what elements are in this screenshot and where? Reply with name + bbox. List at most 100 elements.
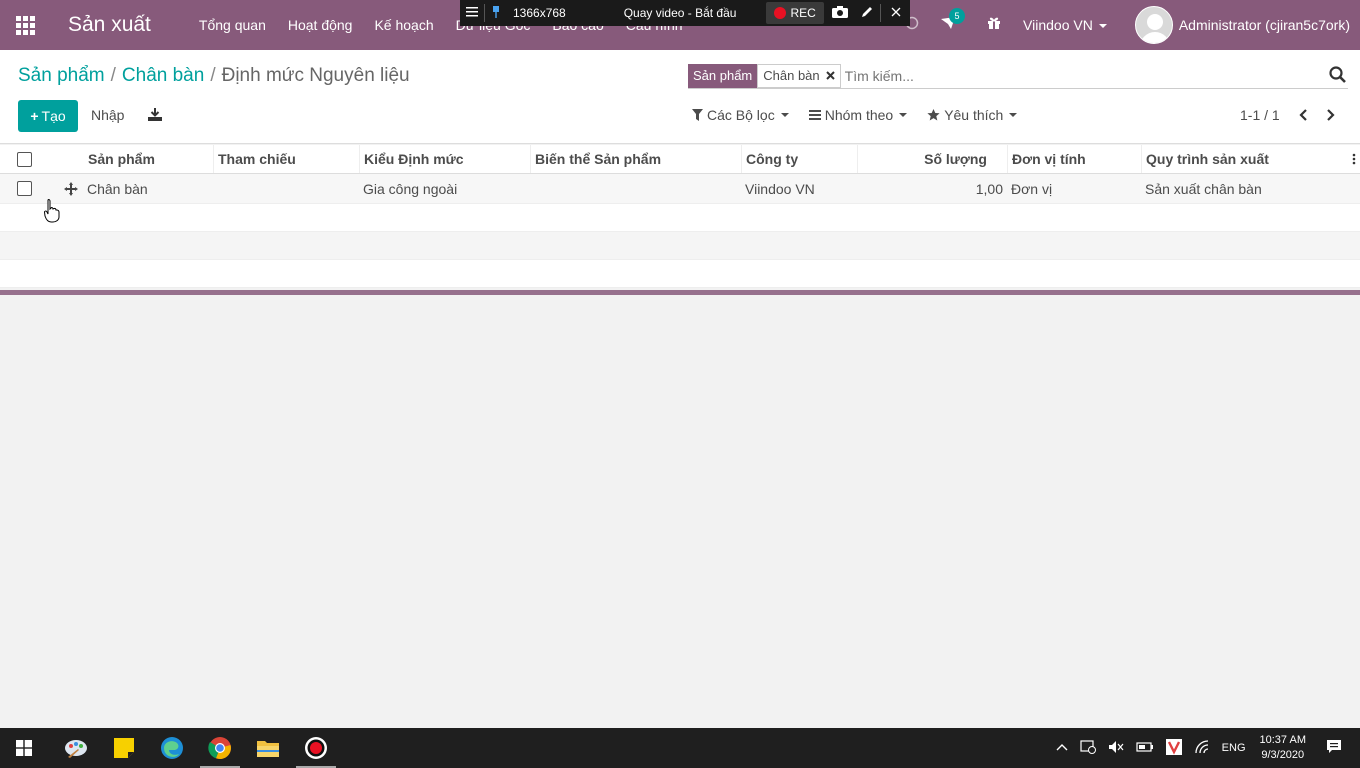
- plus-icon: +: [30, 108, 39, 124]
- favorites-dropdown[interactable]: Yêu thích: [927, 107, 1018, 123]
- facet-value-text: Chân bàn: [763, 67, 820, 83]
- search-facet-value: Chân bàn: [757, 63, 841, 88]
- avatar[interactable]: [1134, 6, 1173, 44]
- pencil-icon[interactable]: [860, 5, 874, 22]
- company-name: Viindoo VN: [1023, 17, 1093, 33]
- edge-browser-icon[interactable]: [148, 728, 196, 768]
- breadcrumb-item-products[interactable]: Sản phẩm: [18, 65, 105, 86]
- chevron-left-icon[interactable]: [1298, 108, 1308, 124]
- create-button[interactable]: + Tạo: [18, 100, 78, 132]
- column-header-quantity[interactable]: Số lượng: [858, 145, 1008, 173]
- battery-icon[interactable]: [1136, 741, 1154, 756]
- notification-badge: 5: [949, 8, 966, 24]
- empty-row: [0, 232, 1360, 260]
- breadcrumb: Sản phẩm / Chân bàn / Định mức Nguyên liệu: [18, 65, 410, 86]
- cell-routing: Sản xuất chân bàn: [1145, 180, 1262, 197]
- column-header-variant[interactable]: Biến thể Sản phẩm: [531, 145, 742, 173]
- windows-taskbar: ENG 10:37 AM 9/3/2020: [0, 728, 1360, 768]
- control-panel: Sản phẩm / Chân bàn / Định mức Nguyên liệu S…: [0, 50, 1360, 144]
- list-bottom-border: [0, 290, 1360, 295]
- file-explorer-icon[interactable]: [244, 728, 292, 768]
- chrome-browser-icon[interactable]: [196, 728, 244, 768]
- cell-product: Chân bàn: [87, 180, 148, 197]
- camera-icon[interactable]: [831, 5, 848, 21]
- user-menu[interactable]: Administrator (cjiran5c7ork): [1179, 17, 1350, 33]
- rec-button[interactable]: REC: [766, 2, 824, 24]
- language-indicator[interactable]: ENG: [1222, 742, 1246, 754]
- favorites-label: Yêu thích: [944, 107, 1004, 123]
- breadcrumb-item-product[interactable]: Chân bàn: [122, 65, 204, 86]
- app-brand[interactable]: Sản xuất: [68, 13, 151, 37]
- bom-list-table: Sản phẩm Tham chiếu Kiểu Định mức Biến t…: [0, 145, 1360, 288]
- windows-start-icon[interactable]: [0, 728, 48, 768]
- create-label: Tạo: [41, 108, 66, 124]
- search-input[interactable]: [844, 67, 1348, 84]
- chevron-right-icon[interactable]: [1326, 108, 1336, 124]
- paint-app-icon[interactable]: [52, 728, 100, 768]
- menu-lines-icon[interactable]: [466, 6, 478, 20]
- menu-operations[interactable]: Hoạt động: [288, 17, 353, 33]
- cell-variant: [531, 174, 742, 203]
- system-clock[interactable]: 10:37 AM 9/3/2020: [1260, 733, 1306, 763]
- menu-overview[interactable]: Tổng quan: [199, 17, 266, 33]
- clock-time: 10:37 AM: [1259, 734, 1306, 746]
- system-tray: ENG 10:37 AM 9/3/2020: [1050, 728, 1360, 768]
- groupby-dropdown[interactable]: Nhóm theo: [808, 107, 908, 123]
- recorder-title: Quay video - Bắt đầu: [623, 6, 737, 20]
- filters-dropdown[interactable]: Các Bộ lọc: [692, 107, 789, 123]
- hand-cursor-icon: [43, 199, 60, 226]
- column-header-product[interactable]: Sản phẩm: [84, 145, 214, 173]
- select-all-checkbox-cell: [0, 145, 48, 173]
- search-bar: Sản phẩm Chân bàn: [688, 63, 1348, 89]
- company-switcher[interactable]: Viindoo VN: [1023, 17, 1107, 33]
- cell-company: Viindoo VN: [745, 180, 815, 197]
- chevron-down-icon: [1098, 24, 1107, 29]
- drag-handle-icon[interactable]: [64, 174, 80, 203]
- menu-planning[interactable]: Kế hoạch: [374, 17, 433, 33]
- filter-icon: [692, 109, 703, 121]
- sticky-notes-icon[interactable]: [100, 728, 148, 768]
- chevron-down-icon: [899, 113, 908, 117]
- column-header-routing[interactable]: Quy trình sản xuất: [1142, 145, 1350, 173]
- action-center-icon[interactable]: [1326, 739, 1342, 757]
- recorder-resolution: 1366x768: [513, 6, 566, 20]
- volume-muted-icon[interactable]: [1108, 740, 1124, 757]
- apps-menu-icon[interactable]: [0, 0, 50, 50]
- cell-bom-type: Gia công ngoài: [363, 180, 458, 197]
- column-header-reference[interactable]: Tham chiếu: [214, 145, 360, 173]
- screen-recorder-app-icon[interactable]: [292, 728, 340, 768]
- select-all-checkbox[interactable]: [16, 151, 32, 167]
- list-icon: [808, 110, 821, 120]
- column-options-icon[interactable]: [1352, 145, 1360, 173]
- chevron-up-icon[interactable]: [1056, 742, 1068, 754]
- table-row[interactable]: Chân bàn Gia công ngoài Viindoo VN 1,00 …: [0, 174, 1360, 204]
- wifi-icon[interactable]: [1194, 739, 1210, 757]
- clock-date: 9/3/2020: [1261, 749, 1305, 761]
- star-icon: [927, 109, 940, 121]
- rec-label: REC: [790, 6, 816, 20]
- chevron-down-icon: [780, 113, 789, 117]
- search-facet-label: Sản phẩm: [688, 63, 758, 88]
- download-icon[interactable]: [148, 108, 162, 124]
- empty-row: [0, 260, 1360, 288]
- table-header: Sản phẩm Tham chiếu Kiểu Định mức Biến t…: [0, 145, 1360, 174]
- column-header-bom-type[interactable]: Kiểu Định mức: [360, 145, 531, 173]
- pager-value[interactable]: 1-1 / 1: [1240, 107, 1280, 123]
- page-title: Định mức Nguyên liệu: [221, 65, 410, 86]
- import-button[interactable]: Nhập: [91, 107, 124, 123]
- network-status-icon[interactable]: [1080, 739, 1096, 757]
- remove-facet-icon[interactable]: [825, 67, 835, 85]
- close-icon[interactable]: [891, 6, 901, 20]
- gift-icon[interactable]: [979, 16, 1009, 34]
- chevron-down-icon: [1009, 113, 1018, 117]
- pin-icon[interactable]: [491, 5, 501, 21]
- viindoo-tray-icon[interactable]: [1165, 738, 1182, 758]
- cell-uom: Đơn vị: [1011, 180, 1053, 197]
- row-checkbox[interactable]: [16, 181, 32, 196]
- search-icon[interactable]: [1329, 66, 1346, 86]
- messaging-icon[interactable]: 5: [933, 8, 966, 34]
- column-header-uom[interactable]: Đơn vị tính: [1008, 145, 1142, 173]
- filters-label: Các Bộ lọc: [707, 107, 775, 123]
- column-header-company[interactable]: Công ty: [742, 145, 858, 173]
- empty-row: [0, 204, 1360, 232]
